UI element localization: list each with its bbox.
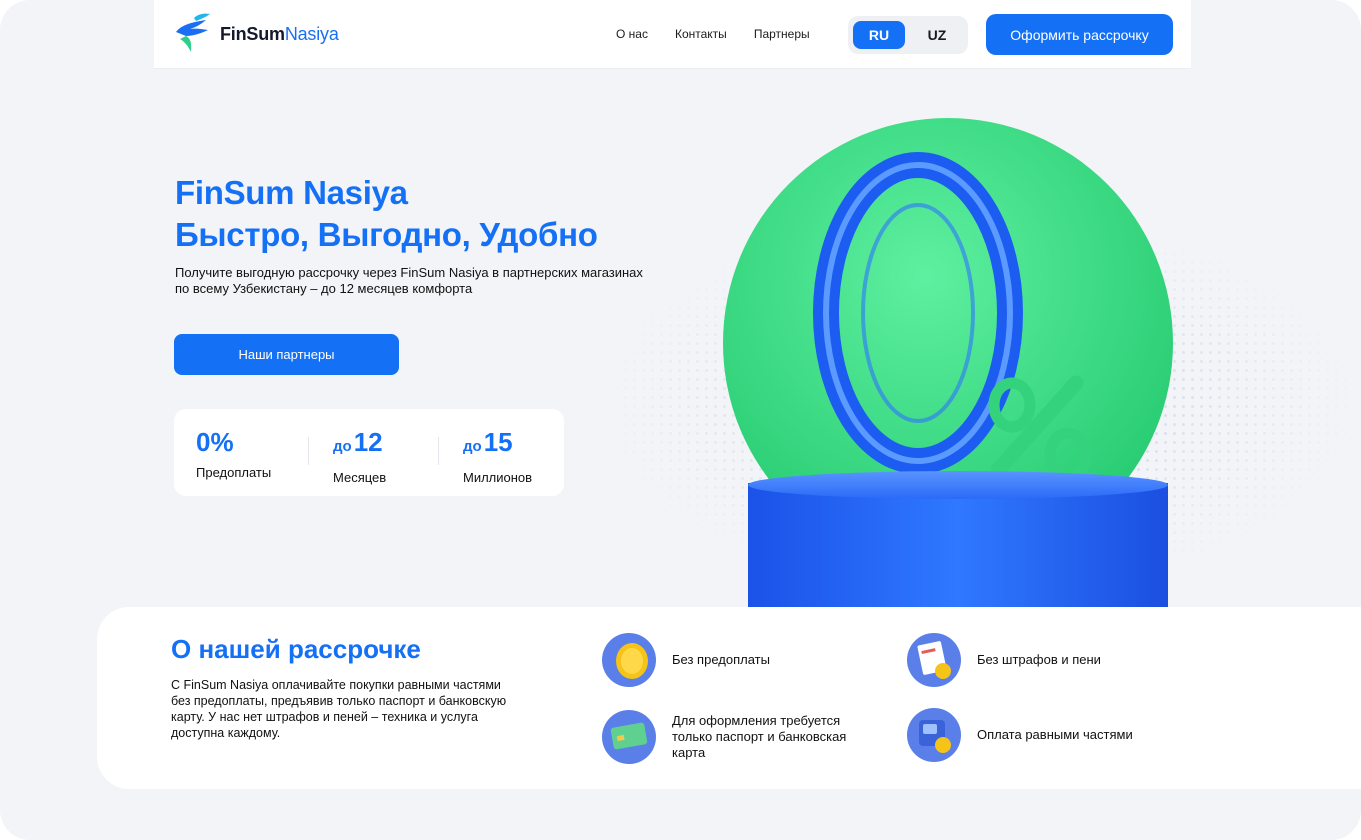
logo-text: FinSumNasiya bbox=[220, 24, 339, 45]
feature-no-penalties: Без штрафов и пени bbox=[907, 633, 1101, 687]
nav-link-partners[interactable]: Партнеры bbox=[754, 27, 810, 41]
invoice-icon bbox=[907, 633, 961, 687]
card-icon bbox=[602, 710, 656, 764]
stat-divider bbox=[438, 437, 439, 465]
feature-label: Для оформления требуется только паспорт … bbox=[672, 713, 847, 760]
stat-value: до12 bbox=[333, 427, 386, 462]
stat-label: Предоплаты bbox=[196, 465, 272, 480]
coin-icon bbox=[602, 633, 656, 687]
stat-label: Миллионов bbox=[463, 470, 533, 485]
page-frame: FinSumNasiya О нас Контакты Партнеры RU … bbox=[0, 0, 1361, 840]
feature-label: Оплата равными частями bbox=[977, 727, 1133, 742]
lang-uz-button[interactable]: UZ bbox=[911, 21, 963, 49]
stat-number: 0% bbox=[196, 427, 234, 457]
stats-card: 0% Предоплаты до12 Месяцев до15 Миллионо… bbox=[174, 409, 564, 496]
stat-millions: до15 Миллионов bbox=[463, 427, 532, 485]
feature-label: Без предоплаты bbox=[672, 652, 770, 667]
stat-prefix: до bbox=[463, 438, 482, 455]
stat-value: до15 bbox=[463, 427, 532, 462]
hero-title-line1: FinSum Nasiya bbox=[175, 174, 408, 211]
stat-number: 12 bbox=[353, 427, 383, 457]
logo-text-accent: Nasiya bbox=[284, 23, 339, 44]
logo[interactable]: FinSumNasiya bbox=[172, 12, 339, 56]
hero-description: Получите выгодную рассрочку через FinSum… bbox=[175, 265, 643, 296]
about-description: С FinSum Nasiya оплачивайте покупки равн… bbox=[171, 678, 507, 740]
logo-text-main: FinSum bbox=[220, 23, 285, 44]
feature-passport-card: Для оформления требуется только паспорт … bbox=[602, 710, 872, 764]
nav-link-about[interactable]: О нас bbox=[616, 27, 648, 41]
main-nav: О нас Контакты Партнеры bbox=[616, 27, 810, 41]
hero-title: FinSum Nasiya Быстро, Выгодно, Удобно bbox=[175, 172, 598, 256]
zero-percent-illustration bbox=[723, 118, 1173, 610]
feature-label: Без штрафов и пени bbox=[977, 652, 1101, 667]
pedestal-top bbox=[748, 471, 1168, 499]
feature-no-prepayment: Без предоплаты bbox=[602, 633, 770, 687]
stat-prepayment: 0% Предоплаты bbox=[196, 427, 271, 480]
hero-title-line2: Быстро, Выгодно, Удобно bbox=[175, 216, 598, 253]
about-title: О нашей рассрочке bbox=[171, 634, 421, 664]
site-header: FinSumNasiya О нас Контакты Партнеры RU … bbox=[154, 0, 1191, 69]
stat-prefix: до bbox=[333, 438, 352, 455]
logo-bird-icon bbox=[176, 13, 210, 52]
stat-number: 15 bbox=[483, 427, 513, 457]
nav-link-contacts[interactable]: Контакты bbox=[675, 27, 727, 41]
our-partners-button[interactable]: Наши партнеры bbox=[174, 334, 399, 375]
stat-months: до12 Месяцев bbox=[333, 427, 386, 485]
apply-installment-button[interactable]: Оформить рассрочку bbox=[986, 14, 1173, 55]
language-switcher: RU UZ bbox=[848, 16, 968, 54]
pedestal-body bbox=[748, 483, 1168, 610]
stat-label: Месяцев bbox=[333, 470, 387, 485]
stat-value: 0% bbox=[196, 427, 271, 457]
stat-divider bbox=[308, 437, 309, 465]
wallet-icon bbox=[907, 708, 961, 762]
lang-ru-button[interactable]: RU bbox=[853, 21, 905, 49]
feature-equal-payments: Оплата равными частями bbox=[907, 708, 1133, 762]
